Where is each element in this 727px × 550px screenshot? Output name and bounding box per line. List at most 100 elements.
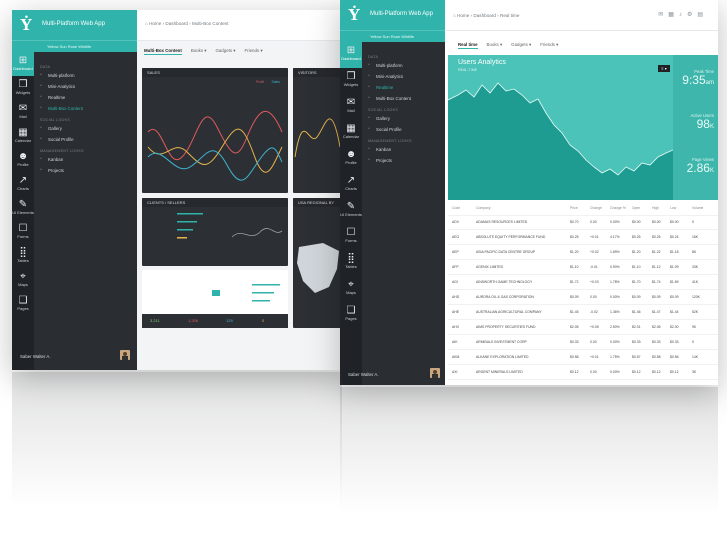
nav-item-tables[interactable]: ⣿ Tables — [340, 250, 362, 276]
menu-item-projects[interactable]: ▫ Projects — [40, 167, 135, 173]
user-name[interactable]: Saber Walter A. — [348, 372, 379, 377]
menu-item-social-profile[interactable]: ▫ Social Profile — [40, 136, 135, 142]
nav-item-charts[interactable]: ↗ Charts — [12, 172, 34, 196]
table-row[interactable]: AEG ABSOLUTE EQUITY PERFORMANCE FUND $0.25… — [448, 231, 718, 245]
menu-item-multi-platform[interactable]: ▫ Multi-platform — [368, 62, 443, 68]
sales-line-chart — [147, 110, 283, 181]
column-header[interactable]: Volume — [692, 206, 703, 210]
menu-bullet-icon: ▫ — [368, 157, 370, 163]
crumb-dashboard[interactable]: Dashboard — [165, 21, 187, 26]
column-header[interactable]: High — [652, 206, 659, 210]
menu-bullet-icon: ▫ — [40, 156, 42, 162]
calendar-icon[interactable]: ▦ — [668, 12, 679, 18]
nav-item-profile[interactable]: ☻ Profile — [340, 146, 362, 172]
nav-item-mail[interactable]: ✉ Mail — [12, 100, 34, 124]
table-row[interactable]: AHE AUSTRALIAN AGRICULTURAL COMPANY $1.45 -… — [448, 306, 718, 320]
tab-3[interactable]: Friends ▾ — [244, 48, 262, 53]
nav-item-calendar[interactable]: ▦ Calendar — [340, 120, 362, 146]
table-row[interactable]: AXI ARGENT MINERALS LIMITED $0.12 0.00 0.00%… — [448, 366, 718, 380]
table-row[interactable]: AIK ARMIDALE INVESTMENT CORP $0.33 0.00 0.00… — [448, 336, 718, 350]
nav-item-label: Maps — [346, 290, 356, 295]
tab-0[interactable]: Real time — [458, 42, 478, 49]
user-avatar[interactable] — [120, 350, 130, 360]
menu-item-multi-box-content[interactable]: ▫ Multi-Box Content — [40, 105, 135, 111]
menu-item-kanban[interactable]: ▫ Kanban — [368, 146, 443, 152]
table-cell: 1.69% — [610, 250, 620, 254]
nav-item-label: Dashboard — [341, 56, 361, 61]
tab-0[interactable]: Multi-Box Content — [144, 48, 182, 55]
column-header[interactable]: Code — [452, 206, 460, 210]
table-row[interactable]: AHX AIMS PROPERTY SECURITIES FUND $2.05 +0.… — [448, 321, 718, 335]
tab-1[interactable]: Books ▾ — [191, 48, 207, 53]
nav-item-widgets[interactable]: ❒ Widgets — [12, 76, 34, 100]
tab-2[interactable]: Gadgets ▾ — [511, 42, 531, 47]
menu-item-projects[interactable]: ▫ Projects — [368, 157, 443, 163]
nav-item-dashboard[interactable]: ⊞ Dashboard — [12, 52, 34, 76]
nav-item-dashboard[interactable]: ⊞ Dashboard — [340, 42, 362, 68]
table-row[interactable]: AEP ASIA PACIFIC DATA CENTRE GROUP $1.20 +0… — [448, 246, 718, 260]
nav-item-forms[interactable]: ☐ Forms — [12, 220, 34, 244]
breadcrumb: ⌂ Home › Dashboard › Real time — [453, 13, 520, 18]
nav-item-ui-elements[interactable]: ✎ UI Elements — [340, 198, 362, 224]
nav-item-forms[interactable]: ☐ Forms — [340, 224, 362, 250]
menu-item-realtime[interactable]: ▫ Realtime — [40, 94, 135, 100]
crumb-dashboard[interactable]: Dashboard — [473, 13, 495, 18]
menu-item-multi-box-content[interactable]: ▫ Multi-Box Content — [368, 95, 443, 101]
nav-item-charts[interactable]: ↗ Charts — [340, 172, 362, 198]
nav-item-profile[interactable]: ☻ Profile — [12, 148, 34, 172]
table-row[interactable]: AFP AGENIX LIMITED $1.10 -0.01 0.90% $1.10 $1.… — [448, 261, 718, 275]
column-header[interactable]: Price — [570, 206, 578, 210]
column-header[interactable]: Company — [476, 206, 491, 210]
nav-item-maps[interactable]: ⌖ Maps — [340, 276, 362, 302]
table-cell: $1.20 — [632, 250, 641, 254]
menu-item-multi-platform[interactable]: ▫ Multi-platform — [40, 72, 135, 78]
column-header[interactable]: Change % — [610, 206, 626, 210]
table-row[interactable]: AKM ALKANE EXPLORATION LIMITED $0.58 +0.01 1… — [448, 351, 718, 365]
bell-icon[interactable]: ♪ — [679, 12, 687, 18]
nav-item-pages[interactable]: ❑ Pages — [12, 292, 34, 316]
table-row[interactable]: AGI AINSWORTH GAME TECHNOLOGY $1.72 +0.03 1.… — [448, 276, 718, 290]
nav-item-widgets[interactable]: ❒ Widgets — [340, 68, 362, 94]
nav-item-ui-elements[interactable]: ✎ UI Elements — [12, 196, 34, 220]
menu-item-gallery[interactable]: ▫ Gallery — [368, 115, 443, 121]
tab-1[interactable]: Books ▾ — [487, 42, 503, 47]
table-row[interactable]: ADV ADAMUS RESOURCES LIMITED $0.70 0.00 0.00… — [448, 216, 718, 230]
nav-item-label: Mail — [347, 108, 355, 113]
nav-item-pages[interactable]: ❑ Pages — [340, 302, 362, 328]
tab-3[interactable]: Friends ▾ — [540, 42, 558, 47]
nav-item-label: Tables — [17, 258, 29, 263]
nav-item-maps[interactable]: ⌖ Maps — [12, 268, 34, 292]
menu-item-mini-analytics[interactable]: ▫ Mini-Analytics — [40, 83, 135, 89]
pages-icon: ❑ — [346, 305, 356, 316]
table-row[interactable]: AHD AURORA OIL & GAS CORPORATION $0.09 0.00… — [448, 291, 718, 305]
home-icon[interactable]: ⌂ — [453, 13, 456, 18]
column-header[interactable]: Low — [670, 206, 676, 210]
nav-item-label: Profile — [17, 162, 29, 167]
menu-item-realtime[interactable]: ▫ Realtime — [368, 84, 443, 90]
nav-item-label: Charts — [17, 186, 29, 191]
right-brand-bar: Ẏ Multi-Platform Web App — [340, 0, 445, 30]
column-header[interactable]: Change — [590, 206, 602, 210]
home-icon[interactable]: ⌂ — [145, 21, 148, 26]
nav-item-label: Maps — [18, 282, 28, 287]
menu-item-social-profile[interactable]: ▫ Social Profile — [368, 126, 443, 132]
menu-item-gallery[interactable]: ▫ Gallery — [40, 125, 135, 131]
crumb-home[interactable]: Home — [149, 21, 161, 26]
nav-item-mail[interactable]: ✉ Mail — [340, 94, 362, 120]
charts-icon: ↗ — [18, 175, 28, 186]
user-avatar[interactable] — [430, 368, 440, 378]
crumb-home[interactable]: Home — [457, 13, 469, 18]
mail-icon[interactable]: ✉ — [658, 12, 668, 18]
table-cell: $0.00 — [670, 220, 679, 224]
dashboard-icon: ⊞ — [18, 55, 28, 66]
right-topbar: ⌂ Home › Dashboard › Real time ✉▦♪⚙▤ — [445, 0, 718, 31]
nav-item-tables[interactable]: ⣿ Tables — [12, 244, 34, 268]
column-header[interactable]: Open — [632, 206, 640, 210]
grid-icon[interactable]: ▤ — [697, 12, 708, 18]
menu-item-kanban[interactable]: ▫ Kanban — [40, 156, 135, 162]
user-name[interactable]: Saber Walter A. — [20, 354, 51, 359]
tab-2[interactable]: Gadgets ▾ — [215, 48, 235, 53]
menu-item-mini-analytics[interactable]: ▫ Mini-Analytics — [368, 73, 443, 79]
nav-item-calendar[interactable]: ▦ Calendar — [12, 124, 34, 148]
settings-icon[interactable]: ⚙ — [687, 12, 697, 18]
